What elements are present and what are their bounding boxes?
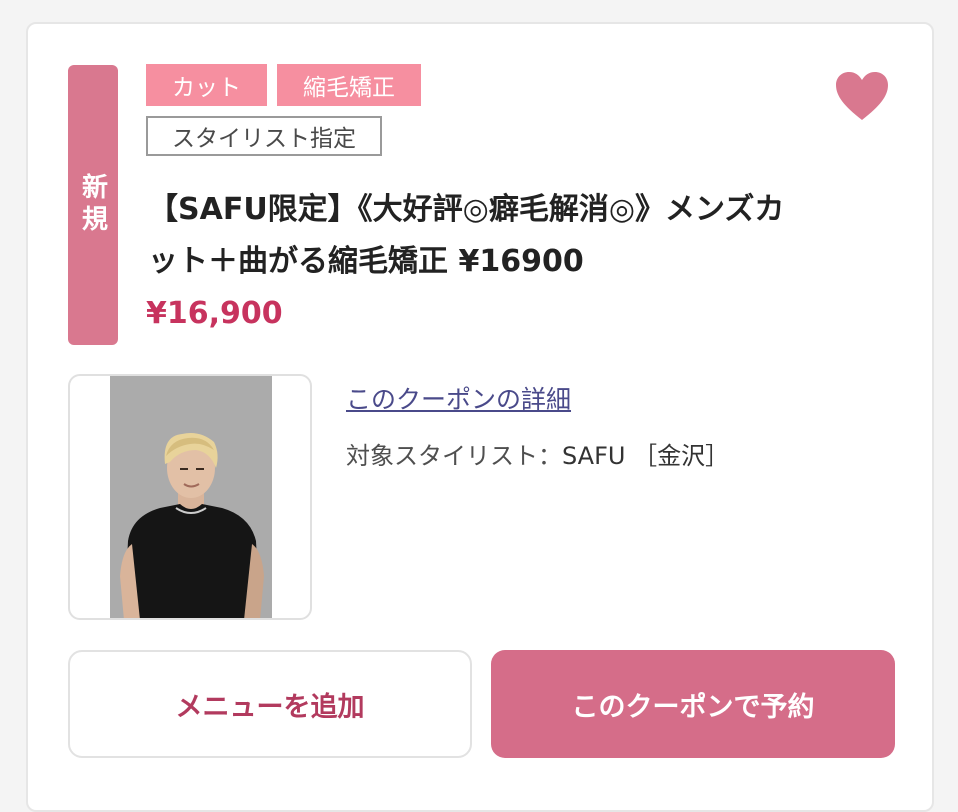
tag-group: カット 縮毛矯正 スタイリスト指定 [146, 64, 421, 166]
coupon-card: 新規 カット 縮毛矯正 スタイリスト指定 【SAFU限定】《大好評◎癖毛解消◎》… [26, 22, 934, 812]
target-stylist-label: 対象スタイリスト： [346, 442, 562, 470]
tag-straightening: 縮毛矯正 [277, 64, 421, 106]
tag-cut: カット [146, 64, 267, 106]
target-stylist-name: SAFU ［金沢］ [562, 442, 730, 470]
stylist-photo [110, 376, 272, 618]
stylist-photo-frame [68, 374, 312, 620]
new-customer-badge: 新規 [68, 65, 118, 345]
coupon-price: ¥16,900 [146, 296, 283, 331]
tag-stylist-designation: スタイリスト指定 [146, 116, 382, 156]
coupon-title: 【SAFU限定】《大好評◎癖毛解消◎》メンズカット＋曲がる縮毛矯正 ¥16900 [148, 192, 785, 279]
target-stylist: 対象スタイリスト：SAFU ［金沢］ [346, 436, 729, 471]
reserve-coupon-button[interactable]: このクーポンで予約 [491, 650, 895, 758]
add-menu-button[interactable]: メニューを追加 [68, 650, 472, 758]
heart-icon[interactable] [834, 70, 890, 122]
coupon-detail-link[interactable]: このクーポンの詳細 [346, 380, 571, 416]
